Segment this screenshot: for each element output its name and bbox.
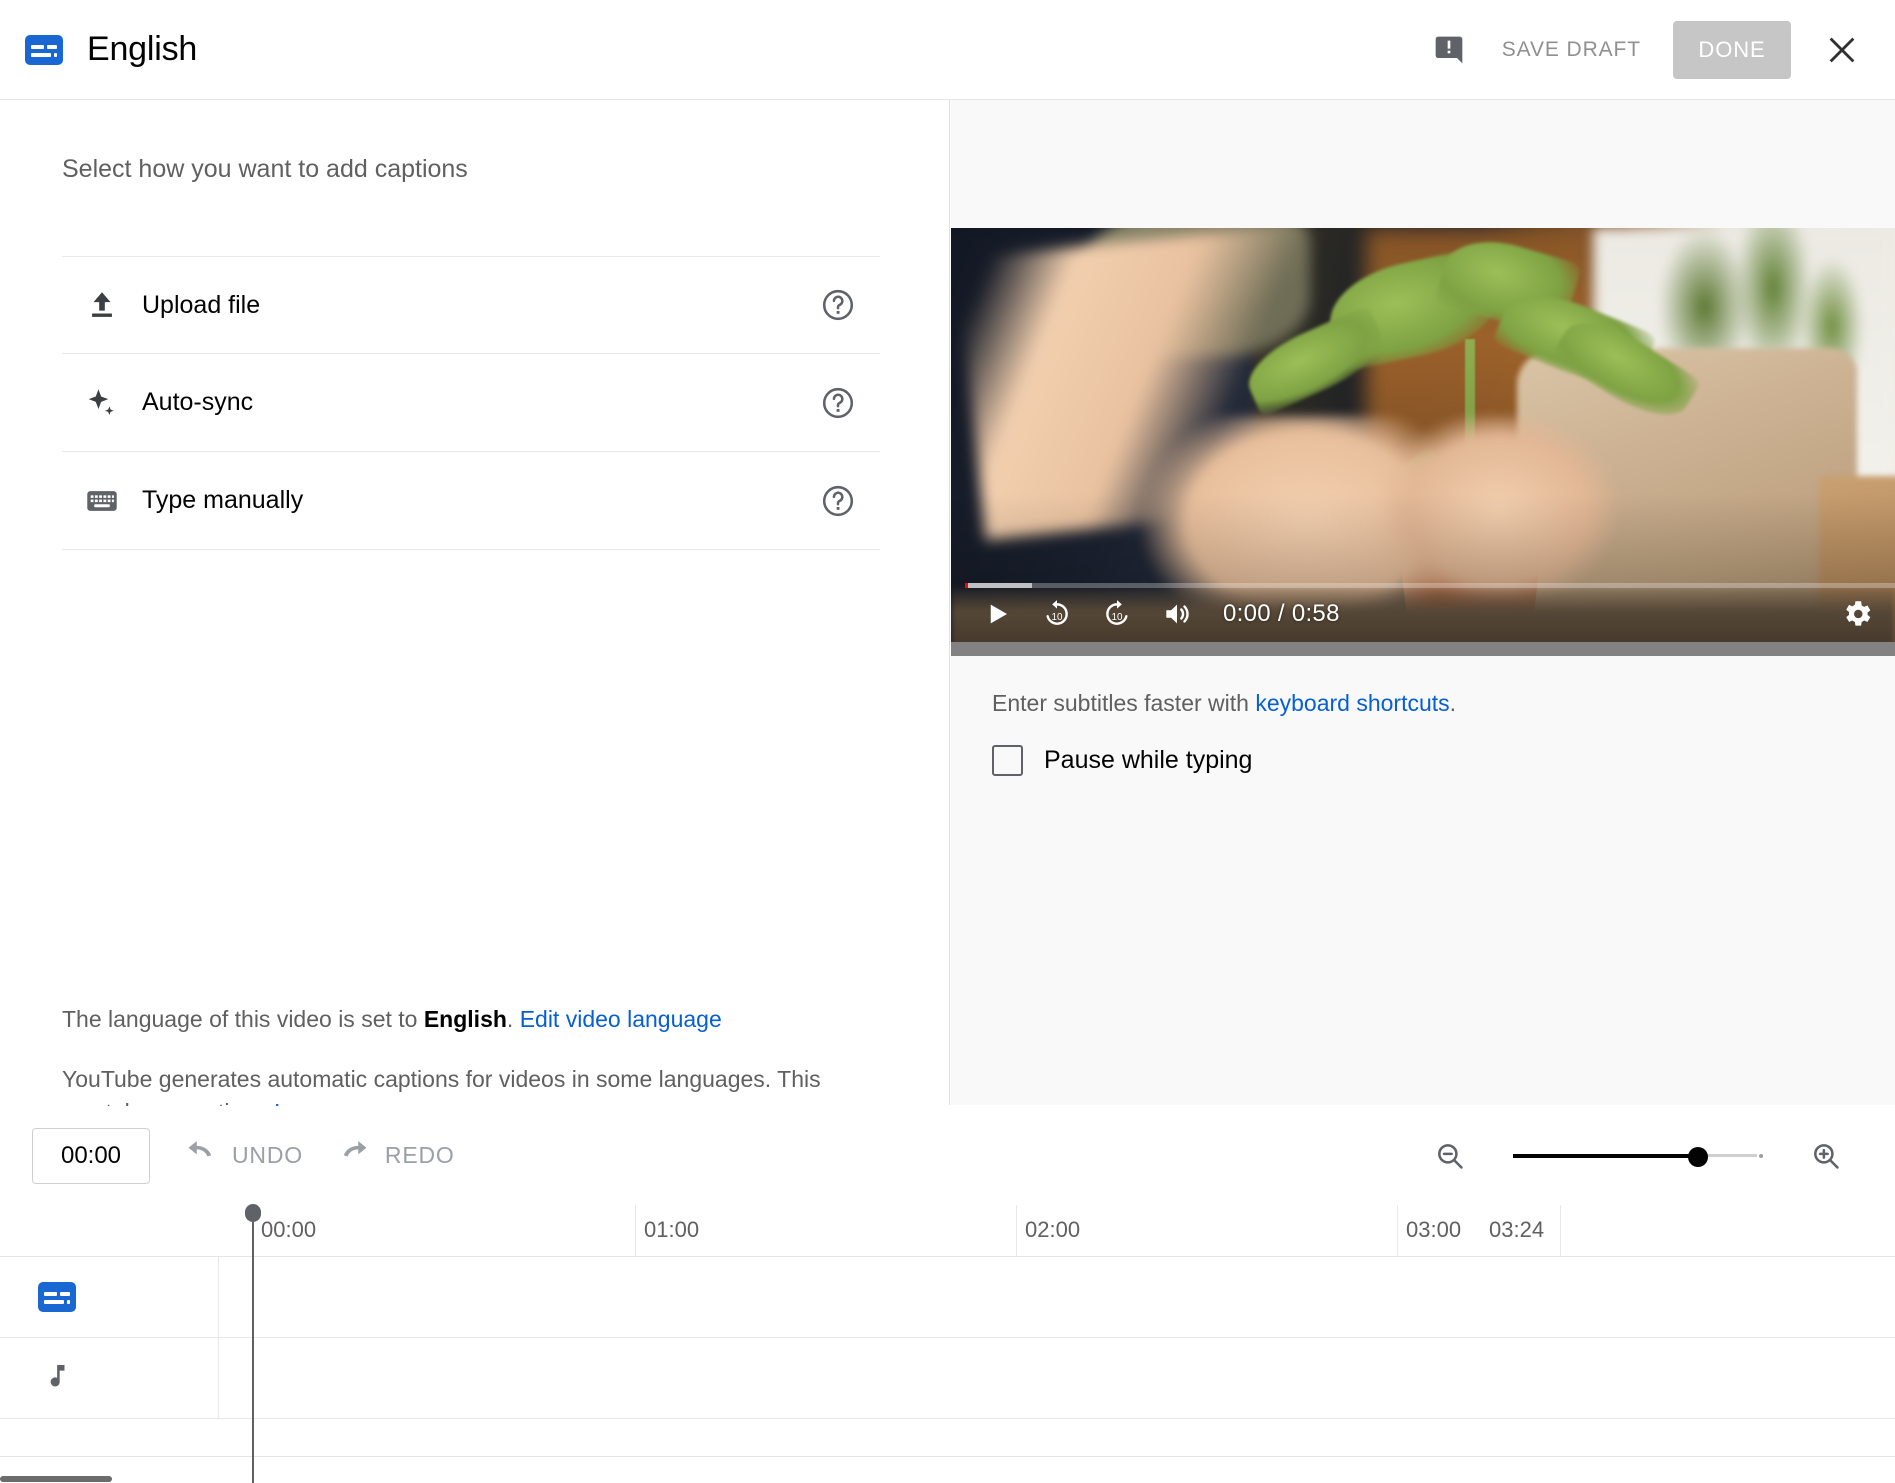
keyboard-icon (62, 484, 142, 518)
video-preview-panel: 10 10 0:00 / 0:58 Enter subtitles faster… (951, 100, 1895, 1105)
pause-while-typing-label: Pause while typing (1044, 746, 1253, 774)
language-note-prefix: The language of this video is set to (62, 1006, 424, 1032)
shortcut-hint-prefix: Enter subtitles faster with (992, 690, 1256, 716)
redo-button[interactable]: REDO (337, 1136, 455, 1176)
keyboard-shortcuts-link[interactable]: keyboard shortcuts (1255, 690, 1449, 716)
shortcut-hint-suffix: . (1449, 690, 1457, 716)
timeline-tick-label: 03:24 (1489, 1217, 1545, 1242)
caption-method-panel: Select how you want to add captions Uplo… (0, 100, 950, 1125)
section-title: Select how you want to add captions (62, 155, 468, 183)
settings-gear-icon[interactable] (1827, 586, 1887, 642)
method-label: Upload file (142, 290, 261, 319)
zoom-slider[interactable] (1513, 1142, 1763, 1170)
forward-10-icon[interactable]: 10 (1087, 586, 1147, 642)
method-type-manually[interactable]: Type manually (62, 452, 880, 550)
timeline-zoom-controls (1421, 1127, 1895, 1185)
timeline-tick-label: 00:00 (261, 1217, 317, 1242)
pause-while-typing-checkbox[interactable] (992, 745, 1023, 776)
feedback-icon[interactable] (1420, 21, 1478, 79)
video-language-note: The language of this video is set to Eng… (62, 1005, 872, 1035)
main-content: Select how you want to add captions Uplo… (0, 100, 1895, 1125)
timeline-tick-label: 01:00 (644, 1217, 700, 1242)
language-note-suffix: . (506, 1006, 520, 1032)
audio-track-header (0, 1338, 219, 1418)
method-auto-sync[interactable]: Auto-sync (62, 354, 880, 452)
timeline-tracks (0, 1257, 1895, 1440)
timeline-tick-edge (1560, 1205, 1561, 1257)
captions-track-header (0, 1257, 219, 1337)
undo-label: UNDO (232, 1142, 303, 1168)
play-icon[interactable] (967, 586, 1027, 642)
zoom-out-icon[interactable] (1421, 1127, 1479, 1185)
zoom-slider-filled (1513, 1153, 1696, 1158)
header-left-group: English (0, 30, 197, 69)
captions-editor-window: English SAVE DRAFT DONE Select how you w… (0, 0, 1895, 1483)
method-upload-file[interactable]: Upload file (62, 256, 880, 354)
svg-text:10: 10 (1111, 612, 1123, 623)
timeline-tick: 02:00 (1016, 1205, 1080, 1257)
redo-icon (337, 1136, 371, 1176)
keyboard-shortcut-hint: Enter subtitles faster with keyboard sho… (992, 690, 1456, 717)
video-time-display: 0:00 / 0:58 (1223, 600, 1340, 627)
audio-track-row[interactable] (0, 1338, 1895, 1419)
player-bottom-strip (951, 642, 1895, 656)
caption-method-list: Upload file Auto-sync Type manually (62, 256, 880, 550)
close-icon[interactable] (1813, 21, 1871, 79)
timeline-playhead[interactable] (245, 1204, 261, 1483)
timeline-tick-label: 02:00 (1025, 1217, 1081, 1242)
language-note-language: English (423, 1006, 507, 1032)
volume-icon[interactable] (1147, 586, 1207, 642)
timeline-toolbar: 00:00 UNDO REDO (0, 1106, 1895, 1205)
video-player[interactable]: 10 10 0:00 / 0:58 (951, 228, 1895, 656)
replay-10-icon[interactable]: 10 (1027, 586, 1087, 642)
method-label: Auto-sync (142, 388, 254, 416)
closed-caption-icon (38, 1282, 76, 1312)
zoom-in-icon[interactable] (1797, 1127, 1855, 1185)
redo-label: REDO (384, 1142, 455, 1168)
undo-icon (184, 1136, 218, 1176)
help-circle-icon[interactable] (820, 287, 856, 323)
page-title: English (87, 30, 198, 68)
timecode-input[interactable]: 00:00 (32, 1127, 150, 1184)
editor-header: English SAVE DRAFT DONE (0, 0, 1895, 100)
pause-while-typing-row[interactable]: Pause while typing (992, 745, 1252, 776)
help-circle-icon[interactable] (820, 385, 856, 421)
svg-text:10: 10 (1051, 612, 1063, 623)
undo-button[interactable]: UNDO (184, 1136, 303, 1176)
zoom-slider-end-tick (1759, 1153, 1763, 1158)
timeline-tick: 03:00 (1397, 1205, 1461, 1257)
horizontal-scrollbar[interactable] (0, 1476, 112, 1482)
method-label: Type manually (142, 486, 304, 514)
upload-icon (62, 288, 142, 322)
sparkle-icon (62, 386, 142, 420)
video-controls: 10 10 0:00 / 0:58 (951, 586, 1895, 642)
timeline-tick-label: 03:00 (1406, 1217, 1462, 1242)
playhead-knob[interactable] (245, 1204, 261, 1222)
done-button[interactable]: DONE (1673, 20, 1791, 79)
zoom-slider-thumb[interactable] (1688, 1146, 1708, 1167)
edit-video-language-link[interactable]: Edit video language (520, 1006, 722, 1032)
timeline-tick: 01:00 (635, 1205, 699, 1257)
save-draft-button[interactable]: SAVE DRAFT (1478, 38, 1665, 62)
header-actions: SAVE DRAFT DONE (1420, 20, 1895, 79)
timeline-ruler[interactable]: 00:00 01:00 02:00 03:00 03:24 (0, 1205, 1895, 1257)
help-circle-icon[interactable] (820, 483, 856, 519)
captions-track-lane[interactable] (219, 1257, 1895, 1337)
captions-track-row[interactable] (0, 1257, 1895, 1338)
closed-caption-icon (25, 34, 63, 65)
bottom-divider (0, 1456, 1895, 1457)
music-note-icon (38, 1359, 72, 1398)
audio-track-lane[interactable] (219, 1338, 1895, 1418)
